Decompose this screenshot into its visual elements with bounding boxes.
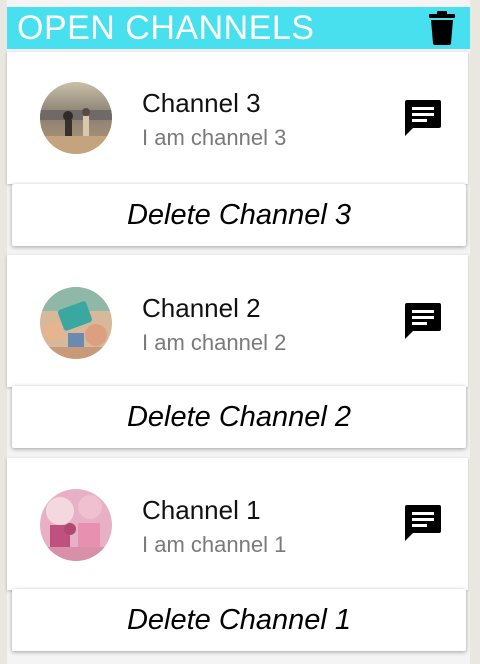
trash-icon[interactable]: [429, 11, 455, 45]
delete-channel-label: Delete Channel 1: [126, 604, 352, 636]
chat-icon[interactable]: [404, 302, 442, 340]
channel-title: Channel 2: [142, 293, 261, 323]
channel-card[interactable]: Channel 3 I am channel 3: [7, 52, 468, 184]
app-frame: OPEN CHANNELS Channel 3 I am channel 3 D…: [7, 0, 470, 664]
channel-card[interactable]: Channel 1 I am channel 1: [7, 458, 468, 590]
channel-avatar: [40, 287, 112, 359]
delete-channel-button[interactable]: Delete Channel 3: [12, 184, 466, 246]
chat-icon[interactable]: [404, 99, 442, 137]
chat-icon[interactable]: [404, 504, 442, 542]
channel-title: Channel 1: [142, 495, 261, 525]
window-edge: [470, 0, 480, 664]
channel-subtitle: I am channel 2: [142, 330, 287, 355]
page-title: OPEN CHANNELS: [17, 9, 315, 47]
delete-channel-label: Delete Channel 2: [126, 401, 352, 433]
header-bar: OPEN CHANNELS: [7, 7, 470, 49]
channel-title: Channel 3: [142, 88, 261, 118]
channel-avatar: [40, 489, 112, 561]
channel-subtitle: I am channel 3: [142, 125, 287, 150]
channel-avatar: [40, 82, 112, 154]
delete-channel-button[interactable]: Delete Channel 1: [12, 589, 466, 651]
delete-channel-label: Delete Channel 3: [126, 199, 352, 231]
channel-card[interactable]: Channel 2 I am channel 2: [7, 255, 468, 387]
channel-subtitle: I am channel 1: [142, 532, 287, 557]
delete-channel-button[interactable]: Delete Channel 2: [12, 386, 466, 448]
